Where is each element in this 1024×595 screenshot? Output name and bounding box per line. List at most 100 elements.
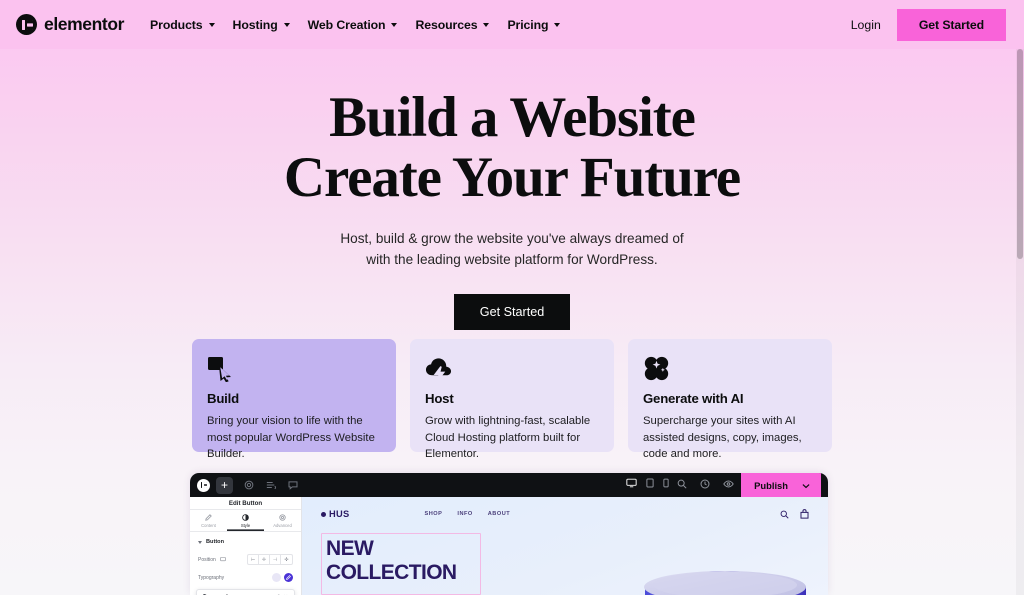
chevron-down-icon [208,22,215,27]
hero-title-line-1: Build a Website [329,86,696,149]
row-control [272,573,293,582]
nav-label: Hosting [232,17,278,32]
align-left-icon[interactable]: ⊢ [248,555,259,564]
hero-subtitle-line-2: with the leading website platform for Wo… [366,251,658,267]
align-justify-icon[interactable]: ✜ [281,555,292,564]
top-navbar: elementor Products Hosting Web Creation … [0,0,1024,49]
tab-style[interactable]: Style [227,510,264,531]
editor-toolbar-right-icons [677,476,741,494]
settings-gear-icon[interactable] [244,480,254,490]
site-brand-dot-icon [321,511,326,517]
navbar-actions: Login Get Started [851,8,1006,41]
feature-card-title: Host [425,391,454,406]
row-label: Position [198,556,216,563]
chevron-down-icon [283,22,290,27]
site-brand[interactable]: HUS [321,509,350,519]
scrollbar-thumb[interactable] [1017,49,1023,259]
login-link[interactable]: Login [851,18,881,32]
responsive-icon[interactable] [220,557,226,562]
desktop-icon[interactable] [626,475,637,496]
editor-canvas: HUS SHOP INFO ABOUT NEW COLLECTION [302,497,828,595]
align-center-icon[interactable]: ✛ [259,555,270,564]
elementor-logo-icon[interactable] [197,478,210,492]
hero-section: Build a Website Create Your Future Host,… [0,49,1024,330]
tablet-icon[interactable] [646,475,654,496]
site-preview-tools [780,509,809,519]
feature-card-build[interactable]: Build Bring your vision to life with the… [192,339,396,460]
selected-heading-widget[interactable]: NEW COLLECTION [321,533,481,595]
hero-get-started-button[interactable]: Get Started [453,294,571,330]
comments-icon[interactable] [288,480,298,490]
align-right-icon[interactable]: ⊣ [270,555,281,564]
global-typography-icon[interactable] [272,573,281,582]
chevron-down-icon [483,22,490,27]
canvas-hero-heading: NEW COLLECTION [322,534,480,584]
editor-settings-panel: Edit Button Content Style Advanced Butto… [190,497,302,595]
primary-nav: Products Hosting Web Creation Resources … [150,17,561,32]
elementor-logo-icon [16,14,37,35]
nav-label: Pricing [507,17,549,32]
ai-sparkle-icon [643,355,817,382]
search-icon[interactable] [677,476,687,494]
tab-label: Style [240,523,251,528]
hero-title-line-2: Create Your Future [283,146,741,209]
feature-card-title: Generate with AI [643,391,744,406]
panel-section-label: Button [206,539,225,545]
get-started-nav-button[interactable]: Get Started [896,8,1006,41]
nav-item-hosting[interactable]: Hosting [233,18,290,32]
nav-item-web-creation[interactable]: Web Creation [308,18,398,32]
editor-toolbar: + Publish [190,473,828,497]
nav-item-pricing[interactable]: Pricing [507,17,561,32]
feature-card-description: Grow with lightning-fast, scalable Cloud… [425,413,599,463]
page-scrollbar[interactable] [1016,49,1024,595]
page-title: Build a Website Create Your Future [0,88,1024,208]
nav-label: Products [150,17,203,32]
device-preview-switcher [626,475,677,496]
edit-typography-icon[interactable] [284,573,293,582]
row-label: Typography [198,574,225,581]
row-control: ⊢ ✛ ⊣ ✜ [247,554,293,565]
feature-card-host[interactable]: Host Grow with lightning-fast, scalable … [410,339,614,460]
site-preview-nav-links: SHOP INFO ABOUT [425,511,511,517]
editor-toolbar-icons [244,480,298,490]
preview-eye-icon[interactable] [723,476,734,494]
site-preview-navbar: HUS SHOP INFO ABOUT [302,497,828,531]
panel-section-header[interactable]: Button [190,532,301,550]
panel-row-position: Position ⊢ ✛ ⊣ ✜ [190,550,301,569]
site-brand-label: HUS [329,509,350,519]
tab-advanced[interactable]: Advanced [264,510,301,531]
chevron-down-icon [198,540,202,544]
site-nav-item-shop[interactable]: SHOP [425,511,443,517]
nav-label: Resources [415,17,478,32]
brand-logo[interactable]: elementor [16,14,124,35]
nav-item-resources[interactable]: Resources [415,17,490,32]
nav-item-products[interactable]: Products [150,18,215,32]
search-icon[interactable] [780,510,789,519]
panel-title: Edit Button [190,497,301,510]
mobile-icon[interactable] [663,475,669,496]
add-element-button[interactable]: + [216,476,233,494]
feature-card-generate-with-ai[interactable]: Generate with AI Supercharge your sites … [628,339,832,460]
publish-button[interactable]: Publish [741,473,821,497]
feature-card-title: Build [207,391,239,406]
brand-wordmark: elementor [44,14,125,34]
site-nav-item-about[interactable]: ABOUT [488,511,510,517]
panel-tabs: Content Style Advanced [190,510,301,532]
canvas-hero-line-2: COLLECTION [326,560,457,584]
chevron-down-icon [391,22,398,27]
tab-label: Advanced [273,523,292,528]
shopping-bag-icon[interactable] [800,509,809,519]
feature-card-description: Supercharge your sites with AI assisted … [643,413,817,463]
chevron-down-icon[interactable] [802,476,810,494]
typography-popover: Typography ↺ ✕ [196,589,295,595]
contrast-icon [242,514,249,521]
gear-icon [279,514,286,521]
panel-row-typography: Typography [190,569,301,586]
publish-label: Publish [754,479,788,491]
tab-content[interactable]: Content [190,510,227,531]
alignment-segment[interactable]: ⊢ ✛ ⊣ ✜ [247,554,293,565]
navigator-icon[interactable] [266,480,276,490]
tab-label: Content [201,523,216,528]
site-nav-item-info[interactable]: INFO [457,511,472,517]
history-icon[interactable] [700,476,710,494]
